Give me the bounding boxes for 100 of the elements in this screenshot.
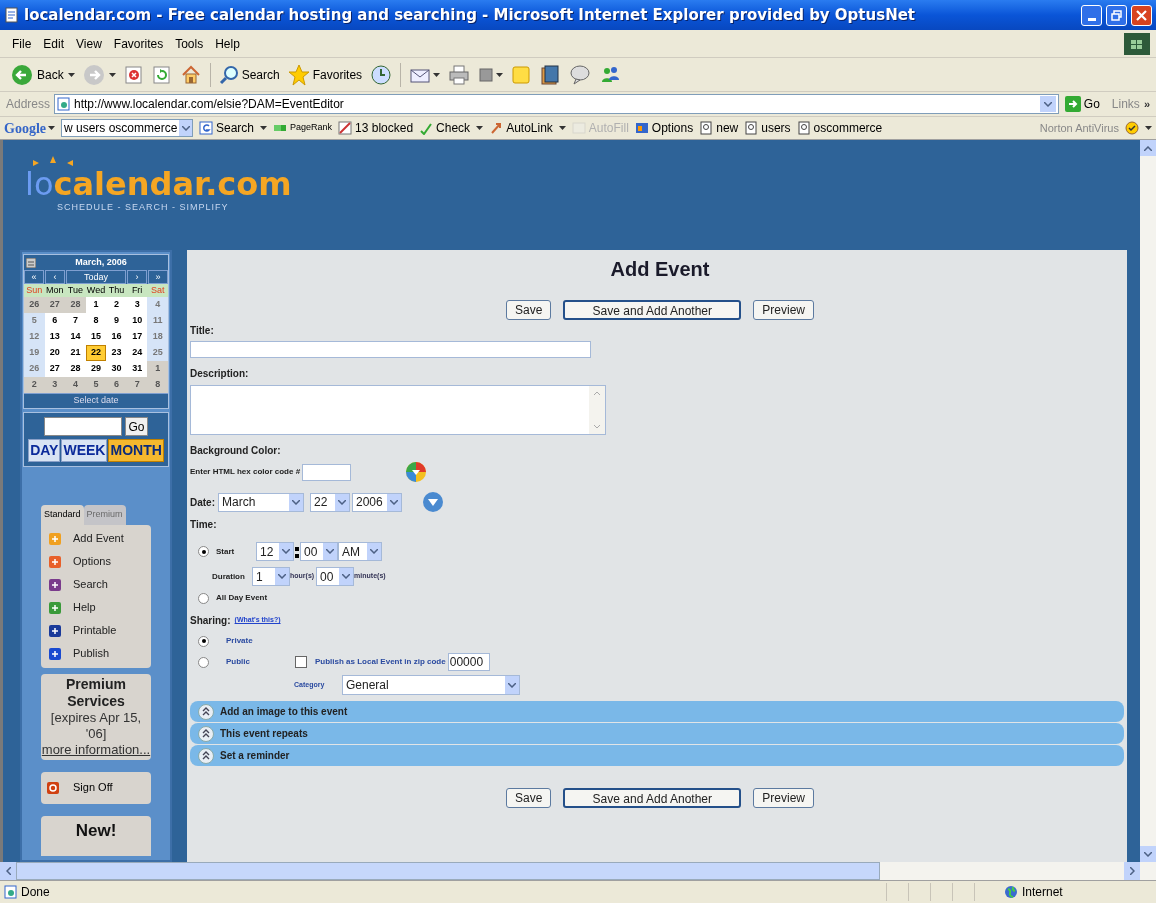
toolbar-button[interactable]: 13 blocked [338, 119, 414, 137]
menu-item[interactable]: Edit [37, 32, 71, 55]
color-wheel-icon[interactable] [405, 461, 428, 483]
calendar-day[interactable]: 1 [85, 297, 107, 313]
calendar-day[interactable]: 17 [126, 329, 148, 345]
sign-off-button[interactable]: Sign Off [41, 771, 151, 804]
menu-item[interactable]: Favorites [107, 32, 170, 55]
menu-tab[interactable]: Standard [41, 505, 84, 525]
menu-item[interactable]: Publish [41, 644, 151, 663]
calendar-day[interactable]: 23 [106, 345, 127, 361]
radio-button[interactable] [198, 635, 209, 647]
calendar-nav-button[interactable]: « [24, 270, 44, 284]
calendar-day[interactable]: 21 [65, 345, 86, 361]
menu-item[interactable]: Tools [169, 32, 210, 55]
calendar-day[interactable]: 16 [106, 329, 127, 345]
more-chevron[interactable]: » [1143, 95, 1150, 113]
toolbar-button[interactable]: PageRank [273, 121, 333, 135]
zip-input[interactable]: 00000 [447, 653, 490, 671]
horizontal-scrollbar[interactable] [0, 862, 1156, 880]
calendar-day[interactable]: 26 [24, 361, 45, 377]
calendar-day[interactable]: 8 [85, 313, 107, 329]
minutes-dropdown[interactable]: 00 [316, 567, 355, 586]
calendar-day[interactable]: 26 [24, 297, 45, 313]
view-button[interactable]: WEEK [61, 439, 108, 462]
date-input[interactable] [44, 417, 123, 436]
calendar-picker-icon[interactable] [422, 491, 444, 513]
calendar-nav-button[interactable]: Today [66, 270, 126, 284]
calendar-day[interactable]: 8 [147, 377, 168, 393]
more-information-link[interactable]: more information... [41, 741, 151, 758]
calendar-day[interactable]: 10 [126, 313, 148, 329]
calendar-nav-button[interactable]: ‹ [45, 270, 65, 284]
calendar-day[interactable]: 3 [44, 377, 66, 393]
calendar-day[interactable]: 7 [65, 313, 86, 329]
form-button[interactable]: Save [505, 788, 552, 808]
radio-button[interactable] [198, 656, 209, 668]
menu-item[interactable]: Printable [41, 621, 151, 640]
minimize-button[interactable] [1081, 4, 1102, 26]
calendar-day[interactable]: 19 [24, 345, 45, 361]
search-button[interactable]: Search [215, 60, 283, 89]
toolbar-button[interactable]: oscommerce [796, 119, 883, 137]
favorites-button[interactable]: Favorites [284, 60, 366, 89]
calendar-day[interactable]: 1 [147, 361, 168, 377]
view-button[interactable]: DAY [28, 439, 61, 462]
form-button[interactable]: Save [505, 300, 552, 320]
calendar-day[interactable]: 7 [126, 377, 148, 393]
toolbar-button[interactable]: Check [419, 119, 471, 137]
form-button[interactable]: Save and Add Another [563, 300, 742, 320]
calendar-day[interactable]: 6 [44, 313, 66, 329]
calendar-day[interactable]: 9 [106, 313, 127, 329]
calendar-day[interactable]: 22 [85, 345, 107, 361]
menu-item[interactable]: Help [209, 32, 246, 55]
address-field[interactable]: http://www.localendar.com/elsie?DAM=EventEditor [54, 94, 1059, 114]
go-button[interactable]: Go [125, 417, 148, 436]
calendar-day[interactable]: 25 [147, 345, 168, 361]
menu-item[interactable]: Search [41, 575, 151, 594]
hours-dropdown[interactable]: 1 [252, 567, 290, 586]
toolbar-button[interactable]: Search [199, 119, 255, 137]
google-menu-button[interactable]: Google [4, 117, 55, 139]
calendar-day[interactable]: 15 [85, 329, 107, 345]
title-input[interactable] [190, 341, 591, 358]
collapsible-section[interactable]: Set a reminder [190, 745, 1124, 766]
calendar-day[interactable]: 27 [44, 361, 66, 377]
calendar-day[interactable]: 28 [65, 297, 86, 313]
menu-item[interactable]: Add Event [41, 529, 151, 548]
calendar-day[interactable]: 24 [126, 345, 148, 361]
minute-dropdown[interactable]: 00 [300, 542, 338, 561]
collapsible-section[interactable]: Add an image to this event [190, 701, 1124, 722]
restore-button[interactable] [1106, 4, 1127, 26]
menu-item[interactable]: Help [41, 598, 151, 617]
calendar-day[interactable]: 4 [65, 377, 86, 393]
calendar-day[interactable]: 5 [85, 377, 107, 393]
form-button[interactable]: Preview [753, 788, 814, 808]
calendar-day[interactable]: 6 [106, 377, 127, 393]
month-dropdown[interactable]: March [218, 492, 304, 512]
calendar-day[interactable]: 2 [106, 297, 127, 313]
query-dropdown[interactable]: w users oscommerce [61, 119, 193, 137]
calendar-day[interactable]: 14 [65, 329, 86, 345]
calendar-day[interactable]: 27 [44, 297, 66, 313]
back-button[interactable]: Back [8, 60, 78, 89]
vertical-scrollbar[interactable] [1140, 140, 1156, 862]
calendar-day[interactable]: 29 [85, 361, 107, 377]
dropdown-button[interactable] [1039, 96, 1056, 112]
calendar-day[interactable]: 31 [126, 361, 148, 377]
year-dropdown[interactable]: 2006 [352, 492, 402, 512]
toolbar-button[interactable]: new [699, 119, 739, 137]
calendar-nav-button[interactable]: » [148, 270, 168, 284]
day-dropdown[interactable]: 22 [310, 492, 350, 512]
calendar-day[interactable]: 3 [126, 297, 148, 313]
close-button[interactable] [1131, 4, 1152, 26]
calendar-day[interactable]: 28 [65, 361, 86, 377]
radio-button[interactable] [198, 592, 209, 604]
calendar-day[interactable]: 13 [44, 329, 66, 345]
menu-item[interactable]: File [6, 32, 38, 55]
calendar-nav-button[interactable]: › [127, 270, 147, 284]
hex-color-input[interactable] [302, 463, 352, 481]
description-textarea[interactable] [190, 385, 606, 435]
form-button[interactable]: Preview [753, 300, 814, 320]
calendar-day[interactable]: 11 [147, 313, 168, 329]
form-button[interactable]: Save and Add Another [563, 788, 742, 808]
category-dropdown[interactable]: General [342, 675, 520, 695]
